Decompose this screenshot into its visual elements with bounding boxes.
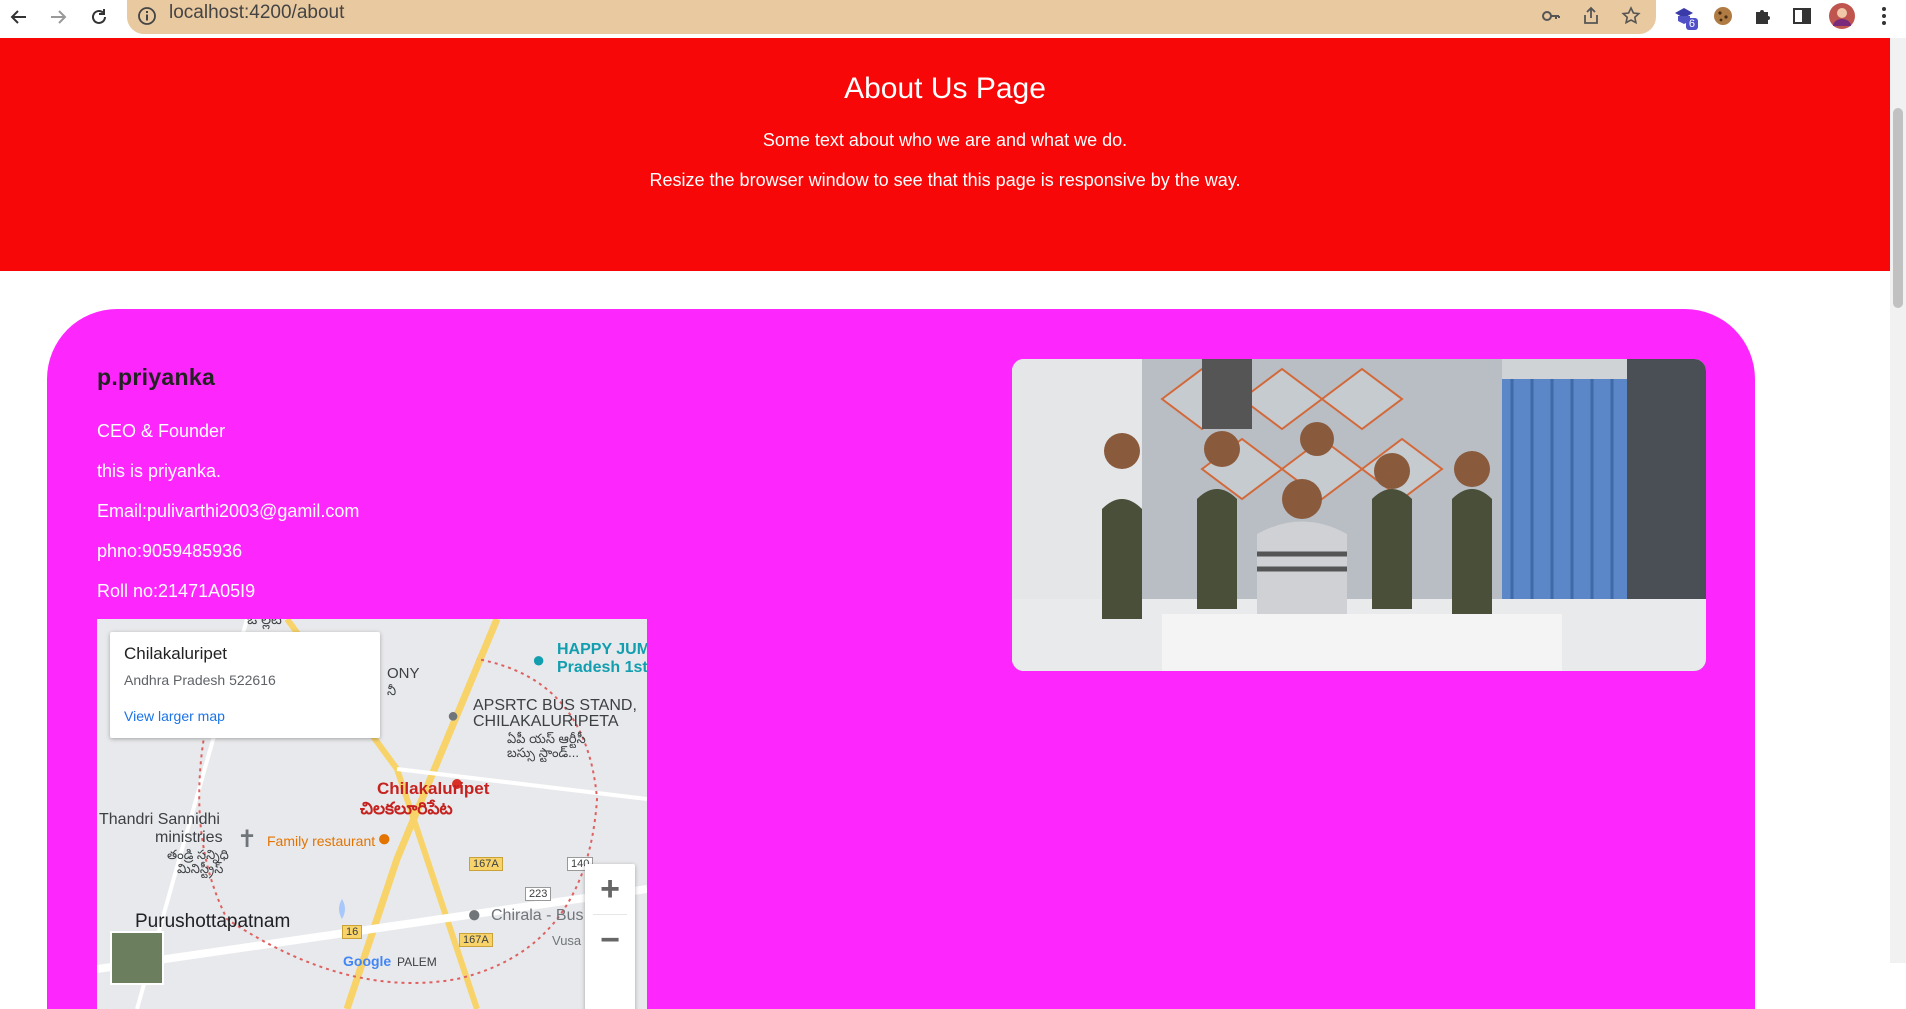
map-road-223: 223 xyxy=(525,887,552,901)
map-ministries-label: ministries xyxy=(155,829,223,846)
page-title: About Us Page xyxy=(844,72,1046,105)
zoom-in-button[interactable]: + xyxy=(585,864,635,914)
profile-card: p.priyanka CEO & Founder this is priyank… xyxy=(47,309,1755,1009)
back-button[interactable] xyxy=(4,2,34,32)
map-road-16: 16 xyxy=(342,925,363,939)
map-place-address: Andhra Pradesh 522616 xyxy=(124,672,276,688)
map-place-card: Chilakaluripet Andhra Pradesh 522616 Vie… xyxy=(110,632,380,738)
profile-role: CEO & Founder xyxy=(97,421,226,441)
chirala-pin-icon: ● xyxy=(467,901,482,928)
map-top-te-label: ఒ ల్లెట్ xyxy=(247,619,282,627)
map-thandri-te-label-2: మినిస్ట్రీస్ xyxy=(177,861,224,876)
page-scrollbar[interactable] xyxy=(1890,38,1906,963)
hero-text-1: Some text about who we are and what we d… xyxy=(762,130,1128,150)
forward-arrow-icon xyxy=(51,10,67,24)
cookie-icon[interactable] xyxy=(1709,2,1737,30)
map-purushottapatnam-label: Purushottapatnam xyxy=(135,911,291,932)
profile-roll: Roll no:21471A05I9 xyxy=(97,581,256,601)
bookmark-star-icon[interactable] xyxy=(1619,4,1643,28)
menu-kebab-icon[interactable] xyxy=(1870,2,1898,30)
profile-avatar-icon[interactable] xyxy=(1828,2,1856,30)
key-icon[interactable] xyxy=(1539,4,1563,28)
reload-icon xyxy=(92,9,106,24)
zoom-out-button[interactable]: − xyxy=(585,915,635,965)
map-place-title: Chilakaluripet xyxy=(124,644,227,663)
google-logo: Google xyxy=(343,953,392,969)
map-happy-label-2: Pradesh 1st xyxy=(557,659,647,676)
map-palem-label: PALEM xyxy=(397,955,437,969)
embedded-map[interactable]: Chilakaluripet చిలకలూరిపేట APSRTC BUS ST… xyxy=(97,619,647,1009)
map-satellite-toggle[interactable] xyxy=(110,931,164,985)
map-bus-stand-label-2: CHILAKALURIPETA xyxy=(473,713,619,730)
map-restaurant-label: Family restaurant xyxy=(267,833,376,849)
reload-button[interactable] xyxy=(84,2,114,32)
map-bus-te-label-2: బస్సు స్టాండ్... xyxy=(507,745,579,760)
share-icon[interactable] xyxy=(1579,4,1603,28)
about-hero: About Us Page Some text about who we are… xyxy=(0,38,1890,271)
profile-phone: phno:9059485936 xyxy=(97,541,243,561)
map-city-te-label: చిలకలూరిపేట xyxy=(360,799,453,818)
extensions-puzzle-icon[interactable] xyxy=(1749,2,1777,30)
map-zoom-controls: + − xyxy=(585,864,635,1009)
extension-badge-count: 6 xyxy=(1685,18,1698,30)
map-thandri-label: Thandri Sannidhi xyxy=(99,811,220,828)
extension-badge-icon[interactable]: 6 xyxy=(1670,2,1698,30)
profile-email: Email:pulivarthi2003@gamil.com xyxy=(97,501,360,521)
forward-button[interactable] xyxy=(43,2,73,32)
map-road-167a-2: 167A xyxy=(459,933,493,947)
team-photo-image xyxy=(1012,359,1706,671)
address-bar[interactable]: localhost:4200/about xyxy=(127,0,1656,34)
map-happy-label: HAPPY JUM xyxy=(557,641,647,658)
side-panel-icon[interactable] xyxy=(1788,2,1816,30)
bus-stand-pin-icon: ● xyxy=(447,705,460,727)
church-pin-icon: ✝ xyxy=(237,826,258,853)
map-chirala-label: Chirala - Bus xyxy=(491,907,584,924)
happy-pin-icon: ● xyxy=(532,647,546,672)
url-text[interactable]: localhost:4200/about xyxy=(169,1,344,25)
team-photo xyxy=(1012,359,1706,671)
view-larger-map-link[interactable]: View larger map xyxy=(124,708,225,724)
restaurant-pin-icon: ● xyxy=(377,825,392,852)
back-arrow-icon xyxy=(10,10,26,24)
hero-text-2: Resize the browser window to see that th… xyxy=(649,170,1241,190)
profile-name: p.priyanka xyxy=(97,364,216,390)
map-city-label: Chilakaluripet xyxy=(377,779,490,798)
map-vusa-label: Vusa xyxy=(552,933,582,948)
map-colony-te-label: నీ xyxy=(387,683,397,698)
profile-bio: this is priyanka. xyxy=(97,461,222,481)
info-icon[interactable] xyxy=(137,6,157,26)
map-colony-label: ONY xyxy=(387,665,420,682)
map-road-167a: 167A xyxy=(469,857,503,871)
scrollbar-thumb[interactable] xyxy=(1893,108,1903,308)
browser-toolbar: localhost:4200/about 6 xyxy=(0,0,1906,38)
